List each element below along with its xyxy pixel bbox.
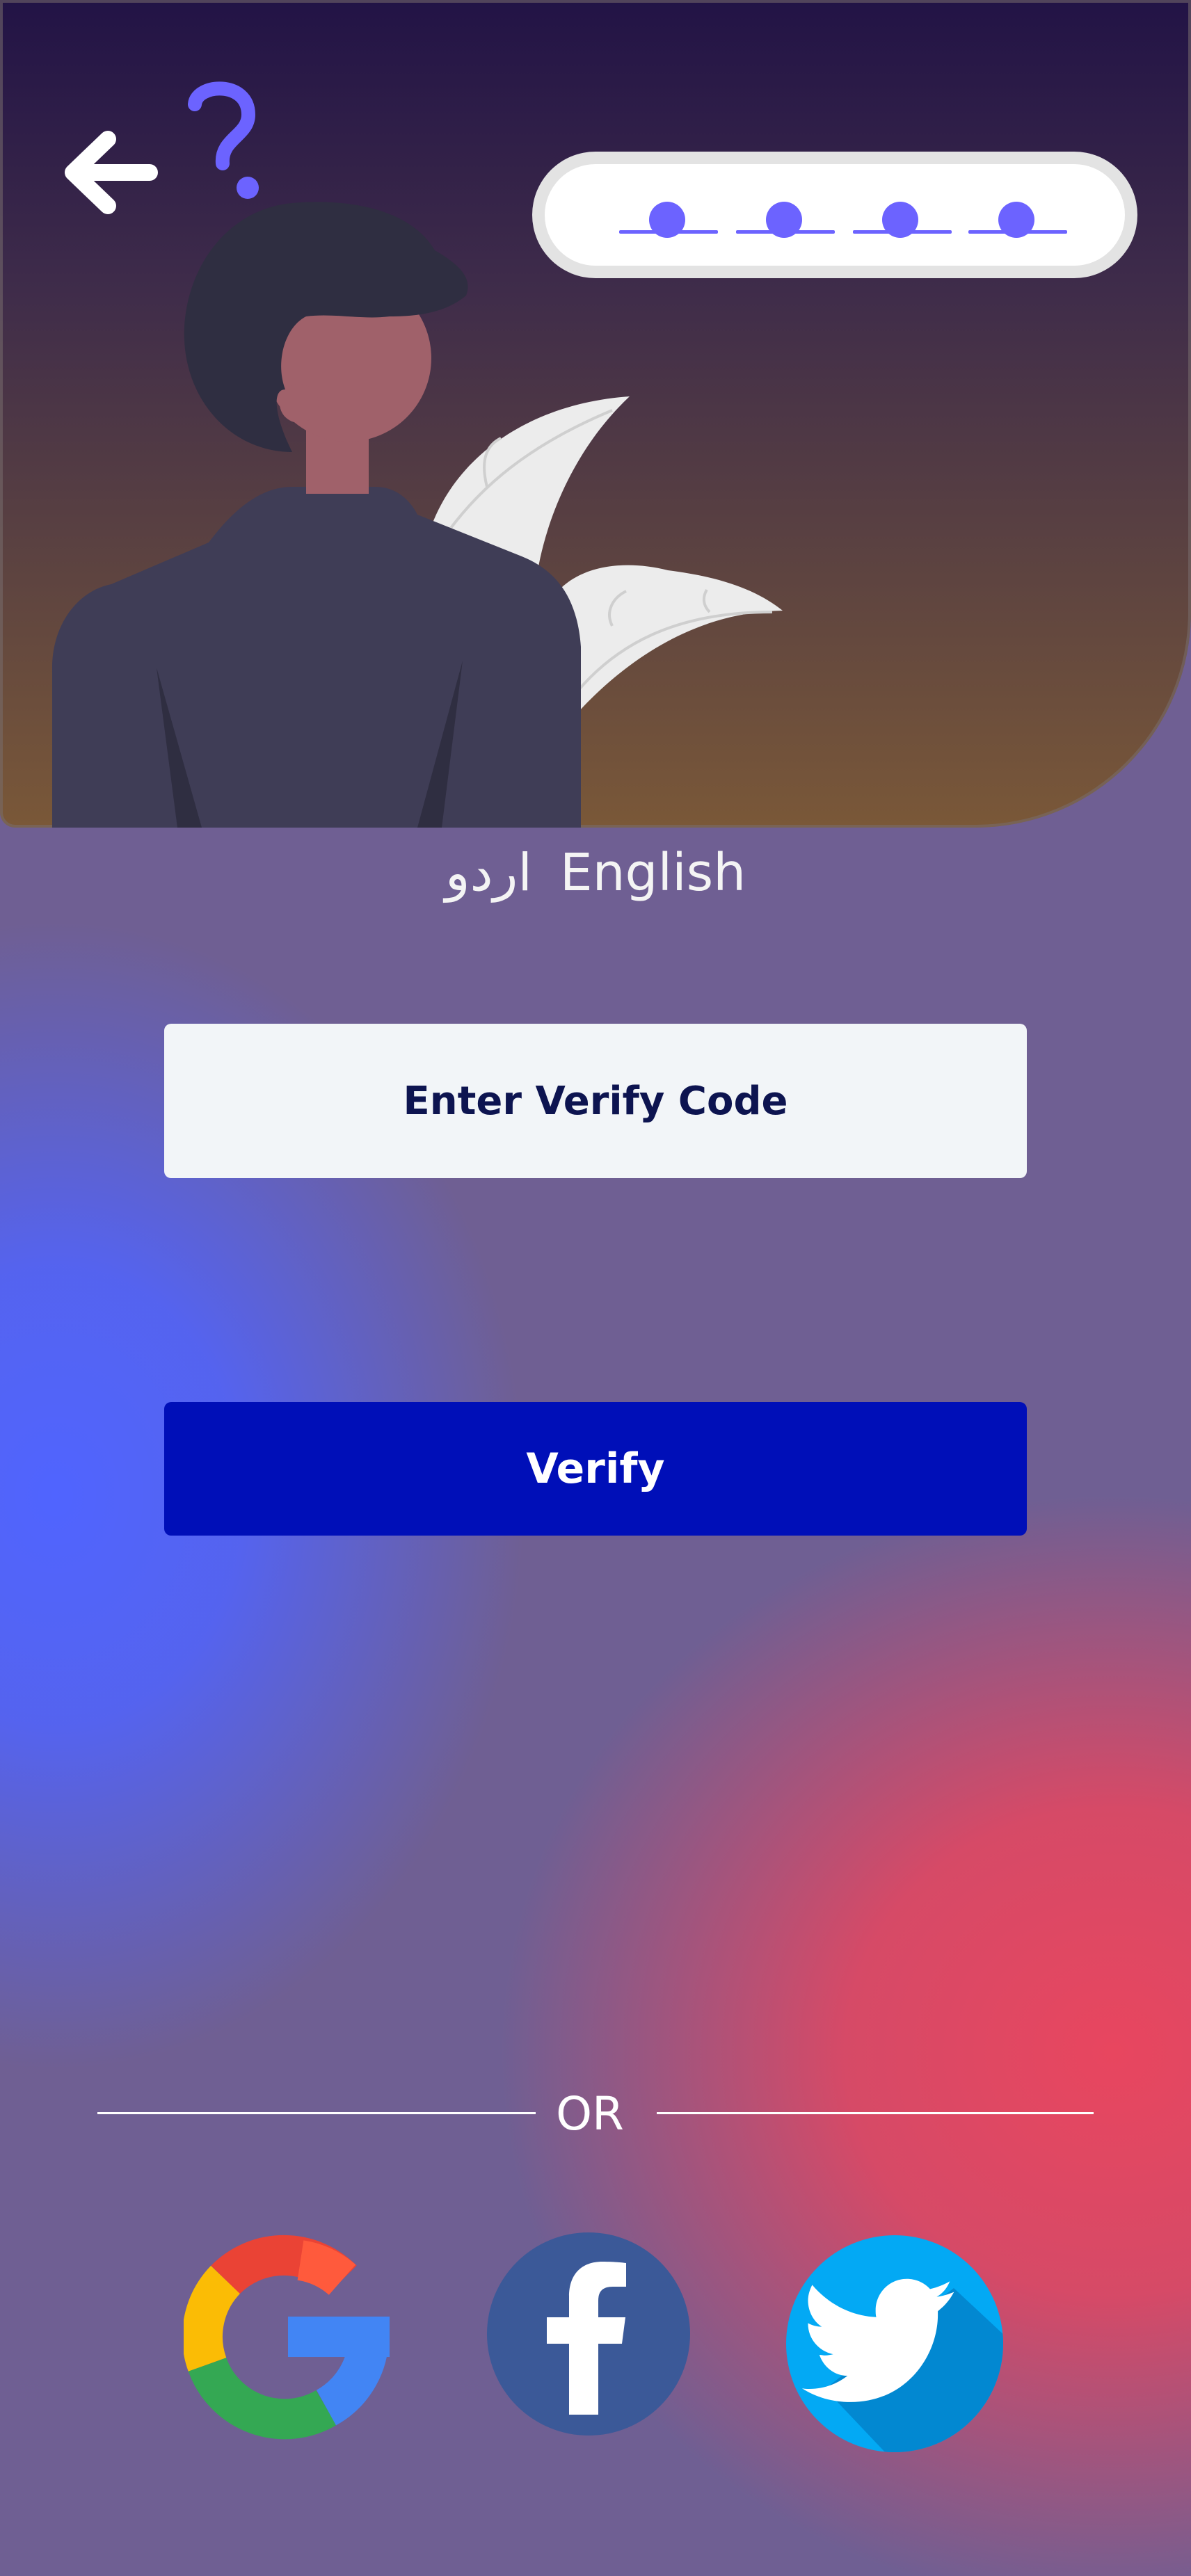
google-login-button[interactable] xyxy=(182,2232,392,2441)
pin-underline xyxy=(968,230,1067,234)
verify-button[interactable]: Verify xyxy=(164,1402,1027,1536)
pin-underline xyxy=(853,230,952,234)
language-switcher: اردو English xyxy=(0,838,1191,908)
or-divider-label: OR xyxy=(556,2087,624,2141)
pin-underline xyxy=(619,230,718,234)
facebook-icon xyxy=(487,2232,690,2436)
google-icon xyxy=(182,2235,390,2440)
back-button[interactable] xyxy=(59,125,163,223)
language-urdu[interactable]: اردو xyxy=(445,843,532,903)
language-english[interactable]: English xyxy=(560,843,746,903)
person-illustration xyxy=(52,202,783,828)
divider-line-left xyxy=(97,2112,536,2114)
verify-code-input[interactable] xyxy=(164,1024,1027,1178)
question-mark-icon xyxy=(182,77,266,209)
arrow-left-icon xyxy=(65,131,158,214)
facebook-login-button[interactable] xyxy=(487,2232,690,2436)
pin-underline xyxy=(736,230,835,234)
twitter-login-button[interactable] xyxy=(783,2232,1006,2455)
twitter-icon xyxy=(786,2235,1003,2452)
divider-line-right xyxy=(657,2112,1094,2114)
hero-illustration-panel xyxy=(0,0,1191,828)
pin-code-indicator xyxy=(532,152,1137,278)
